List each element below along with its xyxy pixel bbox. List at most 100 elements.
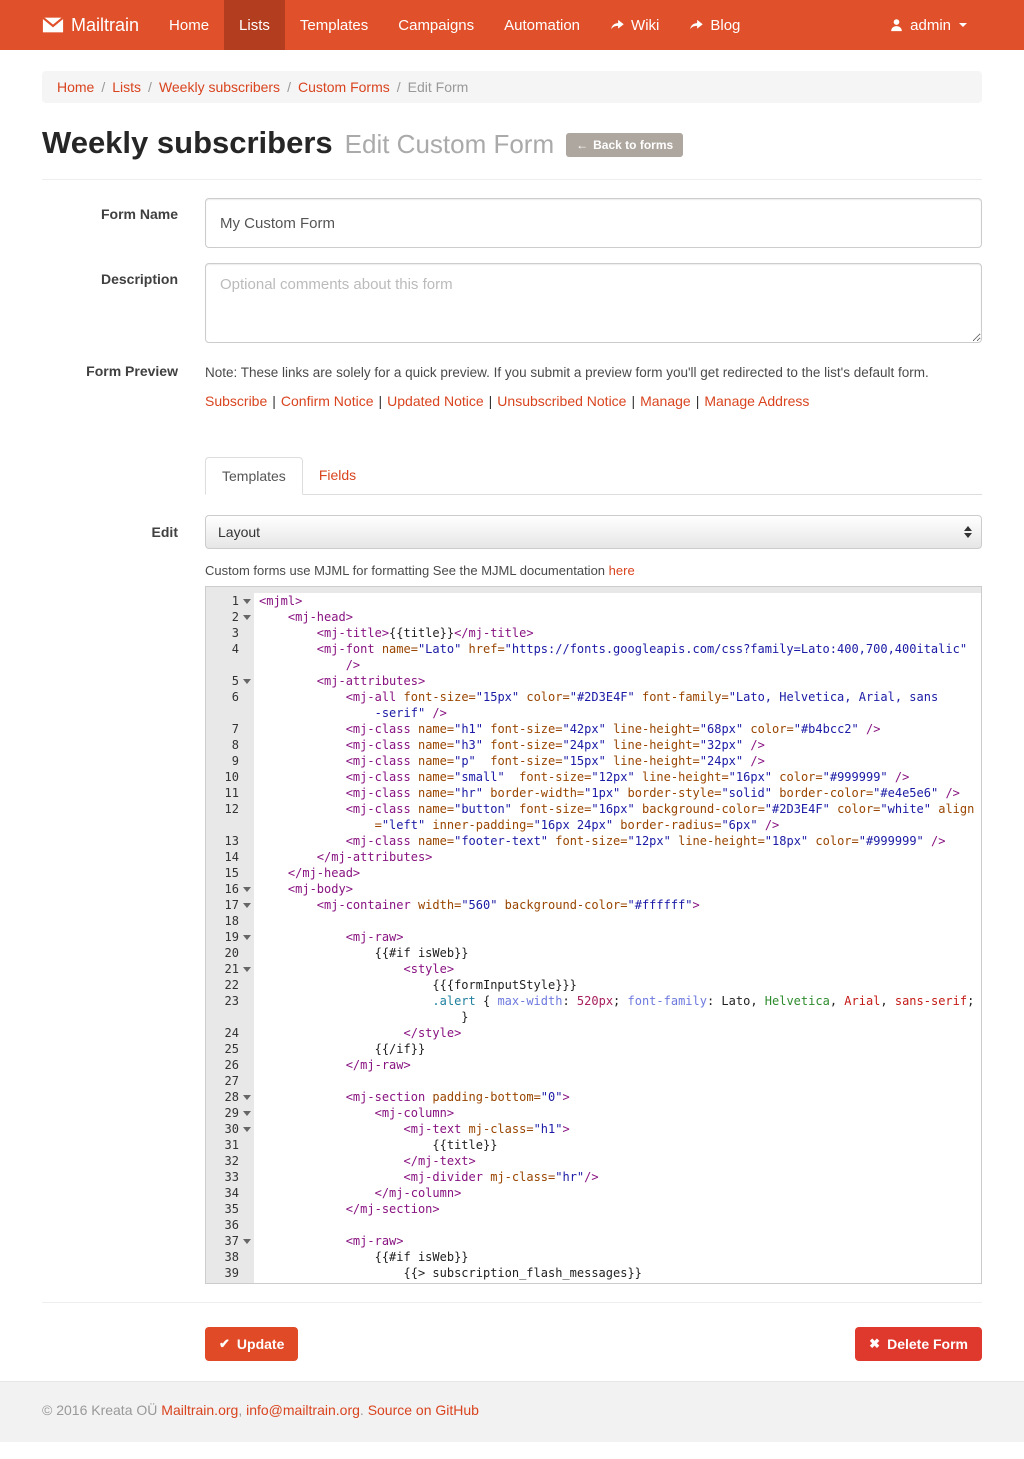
delete-form-button[interactable]: ✖ Delete Form: [855, 1327, 982, 1361]
editor-code-line[interactable]: </mj-raw>: [254, 1057, 981, 1073]
fold-arrow-icon[interactable]: [243, 1095, 251, 1100]
nav-item-templates[interactable]: Templates: [285, 0, 383, 50]
preview-link-manage-address[interactable]: Manage Address: [704, 393, 809, 409]
fold-arrow-icon[interactable]: [243, 887, 251, 892]
editor-line[interactable]: 11 <mj-class name="hr" border-width="1px…: [206, 785, 981, 801]
preview-link-manage[interactable]: Manage: [640, 393, 691, 409]
editor-line[interactable]: 25 {{/if}}: [206, 1041, 981, 1057]
preview-link-confirm-notice[interactable]: Confirm Notice: [281, 393, 374, 409]
editor-code-line[interactable]: </mj-text>: [254, 1153, 981, 1169]
editor-line[interactable]: 30 <mj-text mj-class="h1">: [206, 1121, 981, 1137]
editor-line[interactable]: 32 </mj-text>: [206, 1153, 981, 1169]
editor-code-line[interactable]: <mj-attributes>: [254, 673, 981, 689]
editor-line[interactable]: 15 </mj-head>: [206, 865, 981, 881]
mailtrain-org-link[interactable]: Mailtrain.org: [161, 1402, 238, 1418]
editor-line[interactable]: 28 <mj-section padding-bottom="0">: [206, 1089, 981, 1105]
editor-code-line[interactable]: <mj-class name="footer-text" font-size="…: [254, 833, 981, 849]
brand-link[interactable]: Mailtrain: [42, 0, 154, 50]
editor-line[interactable]: 26 </mj-raw>: [206, 1057, 981, 1073]
editor-line[interactable]: />: [206, 657, 981, 673]
mjml-docs-link[interactable]: here: [609, 563, 635, 578]
editor-code-line[interactable]: />: [254, 657, 981, 673]
preview-link-updated-notice[interactable]: Updated Notice: [387, 393, 484, 409]
editor-code-line[interactable]: <mj-text mj-class="h1">: [254, 1121, 981, 1137]
preview-link-subscribe[interactable]: Subscribe: [205, 393, 267, 409]
breadcrumb-custom-forms[interactable]: Custom Forms: [298, 79, 390, 95]
template-select[interactable]: Layout: [205, 515, 982, 549]
preview-link-unsubscribed-notice[interactable]: Unsubscribed Notice: [497, 393, 626, 409]
editor-code-line[interactable]: <mj-all font-size="15px" color="#2D3E4F"…: [254, 689, 981, 705]
editor-line[interactable]: 19 <mj-raw>: [206, 929, 981, 945]
editor-code-line[interactable]: <style>: [254, 961, 981, 977]
editor-code-line[interactable]: .alert { max-width: 520px; font-family: …: [254, 993, 981, 1009]
nav-item-blog[interactable]: Blog: [674, 0, 755, 50]
nav-item-campaigns[interactable]: Campaigns: [383, 0, 489, 50]
tab-templates[interactable]: Templates: [205, 457, 303, 495]
editor-line[interactable]: 36: [206, 1217, 981, 1233]
editor-code-line[interactable]: <mj-class name="h1" font-size="42px" lin…: [254, 721, 981, 737]
editor-code-line[interactable]: </mj-attributes>: [254, 849, 981, 865]
editor-code-line[interactable]: {{#if isWeb}}: [254, 945, 981, 961]
fold-arrow-icon[interactable]: [243, 967, 251, 972]
editor-line[interactable]: 13 <mj-class name="footer-text" font-siz…: [206, 833, 981, 849]
editor-line[interactable]: }: [206, 1009, 981, 1025]
editor-code-line[interactable]: </mj-section>: [254, 1201, 981, 1217]
editor-code-line[interactable]: <mj-raw>: [254, 929, 981, 945]
editor-code-line[interactable]: <mj-font name="Lato" href="https://fonts…: [254, 641, 981, 657]
editor-code-line[interactable]: [254, 1073, 981, 1089]
editor-code-line[interactable]: [254, 1217, 981, 1233]
editor-line[interactable]: 6 <mj-all font-size="15px" color="#2D3E4…: [206, 689, 981, 705]
fold-arrow-icon[interactable]: [243, 903, 251, 908]
fold-arrow-icon[interactable]: [243, 1239, 251, 1244]
editor-code-line[interactable]: [254, 913, 981, 929]
editor-line[interactable]: 8 <mj-class name="h3" font-size="24px" l…: [206, 737, 981, 753]
editor-code-line[interactable]: <mj-class name="button" font-size="16px"…: [254, 801, 981, 817]
editor-line[interactable]: 31 {{title}}: [206, 1137, 981, 1153]
code-editor[interactable]: 1<mjml>2 <mj-head>3 <mj-title>{{title}}<…: [205, 586, 982, 1284]
nav-item-home[interactable]: Home: [154, 0, 224, 50]
description-textarea[interactable]: [205, 263, 982, 343]
editor-code-line[interactable]: -serif" />: [254, 705, 981, 721]
editor-line[interactable]: 12 <mj-class name="button" font-size="16…: [206, 801, 981, 817]
editor-line[interactable]: 20 {{#if isWeb}}: [206, 945, 981, 961]
user-menu[interactable]: admin: [874, 0, 982, 50]
nav-item-wiki[interactable]: Wiki: [595, 0, 674, 50]
editor-line[interactable]: 14 </mj-attributes>: [206, 849, 981, 865]
editor-line[interactable]: 27: [206, 1073, 981, 1089]
editor-code-line[interactable]: <mj-column>: [254, 1105, 981, 1121]
editor-code-line[interactable]: <mj-raw>: [254, 1233, 981, 1249]
editor-line[interactable]: 4 <mj-font name="Lato" href="https://fon…: [206, 641, 981, 657]
back-to-forms-button[interactable]: ← Back to forms: [566, 133, 683, 157]
fold-arrow-icon[interactable]: [243, 1127, 251, 1132]
editor-code-line[interactable]: <mj-body>: [254, 881, 981, 897]
editor-line[interactable]: 9 <mj-class name="p" font-size="15px" li…: [206, 753, 981, 769]
editor-line[interactable]: 35 </mj-section>: [206, 1201, 981, 1217]
editor-line[interactable]: 39 {{> subscription_flash_messages}}: [206, 1265, 981, 1281]
editor-line[interactable]: 23 .alert { max-width: 520px; font-famil…: [206, 993, 981, 1009]
editor-line[interactable]: 24 </style>: [206, 1025, 981, 1041]
editor-code-line[interactable]: <mj-section padding-bottom="0">: [254, 1089, 981, 1105]
editor-line[interactable]: 16 <mj-body>: [206, 881, 981, 897]
editor-line[interactable]: 22 {{{formInputStyle}}}: [206, 977, 981, 993]
editor-code-line[interactable]: ="left" inner-padding="16px 24px" border…: [254, 817, 981, 833]
editor-line[interactable]: 29 <mj-column>: [206, 1105, 981, 1121]
editor-code-line[interactable]: <mj-head>: [254, 609, 981, 625]
editor-code-line[interactable]: {{> subscription_flash_messages}}: [254, 1265, 981, 1281]
breadcrumb-weekly-subscribers[interactable]: Weekly subscribers: [159, 79, 280, 95]
editor-code-line[interactable]: <mj-class name="hr" border-width="1px" b…: [254, 785, 981, 801]
nav-item-automation[interactable]: Automation: [489, 0, 595, 50]
editor-line[interactable]: -serif" />: [206, 705, 981, 721]
editor-code-line[interactable]: <mj-class name="small" font-size="12px" …: [254, 769, 981, 785]
editor-line[interactable]: 17 <mj-container width="560" background-…: [206, 897, 981, 913]
editor-line[interactable]: 33 <mj-divider mj-class="hr"/>: [206, 1169, 981, 1185]
editor-code-line[interactable]: <mj-container width="560" background-col…: [254, 897, 981, 913]
editor-line[interactable]: 21 <style>: [206, 961, 981, 977]
fold-arrow-icon[interactable]: [243, 615, 251, 620]
editor-line[interactable]: 1<mjml>: [206, 593, 981, 609]
breadcrumb-lists[interactable]: Lists: [112, 79, 141, 95]
editor-code-line[interactable]: <mj-divider mj-class="hr"/>: [254, 1169, 981, 1185]
fold-arrow-icon[interactable]: [243, 599, 251, 604]
editor-line[interactable]: 7 <mj-class name="h1" font-size="42px" l…: [206, 721, 981, 737]
editor-code-line[interactable]: {{/if}}: [254, 1041, 981, 1057]
editor-line[interactable]: ="left" inner-padding="16px 24px" border…: [206, 817, 981, 833]
